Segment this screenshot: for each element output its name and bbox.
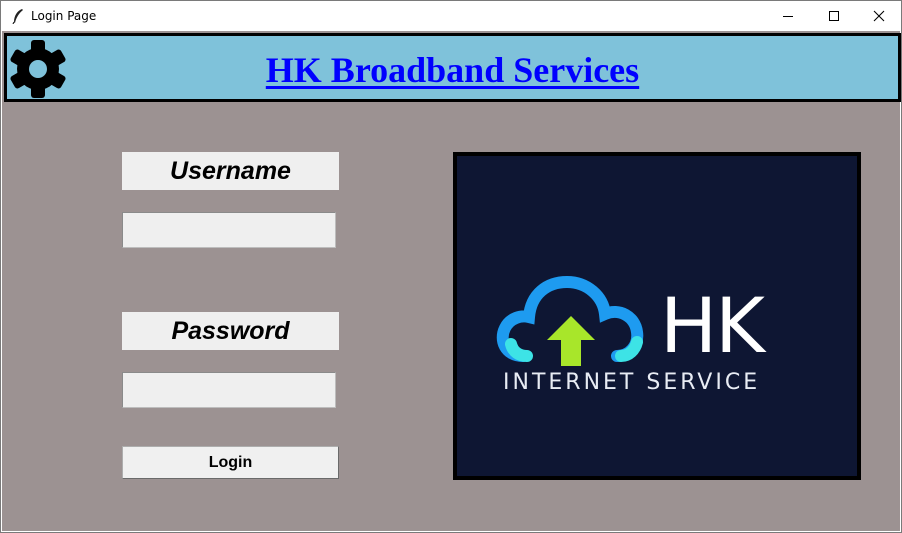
title-bar[interactable]: Login Page — [1, 1, 901, 31]
logo-brand: HK — [660, 281, 765, 370]
window-title: Login Page — [31, 9, 97, 23]
username-label: Username — [122, 152, 339, 190]
login-button[interactable]: Login — [122, 446, 339, 479]
username-input[interactable] — [122, 212, 336, 248]
main-content: HK Broadband Services Username Password … — [2, 31, 901, 531]
cloud-upload-icon — [496, 275, 644, 366]
minimize-icon — [783, 16, 793, 17]
close-button[interactable] — [856, 1, 902, 31]
page-title: HK Broadband Services — [265, 50, 640, 90]
password-input[interactable] — [122, 372, 336, 408]
feather-icon — [12, 9, 23, 24]
login-window: Login Page HK Broadband Services Usernam… — [0, 0, 902, 533]
password-label: Password — [122, 312, 339, 350]
maximize-icon — [829, 11, 839, 21]
minimize-button[interactable] — [765, 1, 811, 31]
header-banner: HK Broadband Services — [4, 33, 901, 102]
close-icon — [873, 10, 885, 22]
logo-panel: HK INTERNET SERVICE — [453, 152, 861, 480]
logo-tagline: INTERNET SERVICE — [503, 370, 761, 395]
maximize-button[interactable] — [811, 1, 857, 31]
